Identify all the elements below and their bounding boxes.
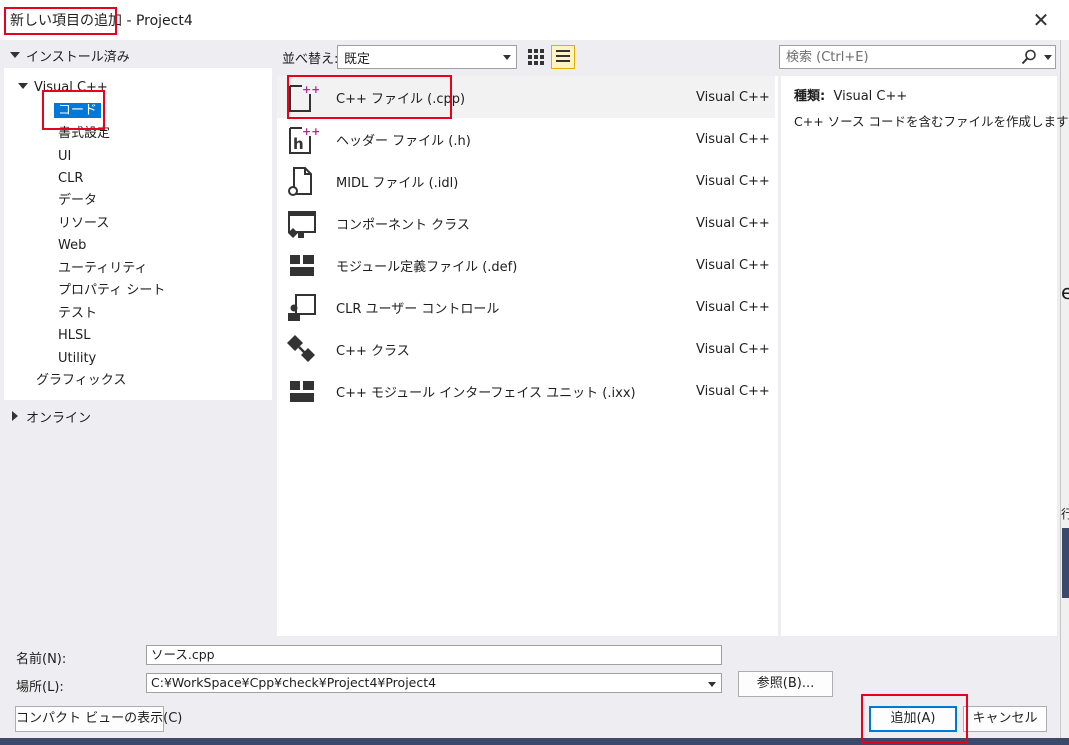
tree-node-label: コード	[54, 103, 102, 118]
medium-icons-view-icon[interactable]	[526, 47, 546, 67]
collapsed-triangle-icon[interactable]	[12, 411, 18, 421]
window-title: 新しい項目の追加 - Project4	[10, 13, 193, 29]
template-item-header-file[interactable]: h ++ ヘッダー ファイル (.h) Visual C++	[277, 118, 775, 160]
template-item-module-def[interactable]: モジュール定義ファイル (.def) Visual C++	[277, 244, 775, 286]
category-tree: Visual C++ コード 書式設定 UI CLR データ リソース Web …	[4, 68, 272, 400]
template-name: コンポーネント クラス	[336, 217, 470, 233]
background-text: e	[1061, 280, 1069, 304]
background-taskbar	[0, 738, 1069, 745]
template-type: Visual C++	[696, 341, 770, 357]
detail-type-value: Visual C++	[833, 89, 908, 104]
expand-triangle-icon[interactable]	[18, 83, 28, 89]
chevron-down-icon	[503, 55, 511, 60]
chevron-down-icon	[708, 682, 716, 687]
sort-dropdown[interactable]: 既定	[337, 45, 517, 69]
cancel-button[interactable]: キャンセル	[963, 706, 1047, 732]
name-field[interactable]: ソース.cpp	[146, 645, 722, 665]
background-text: 行	[1061, 507, 1069, 521]
template-item-component-class[interactable]: コンポーネント クラス Visual C++	[277, 202, 775, 244]
location-value: C:¥WorkSpace¥Cpp¥check¥Project4¥Project4	[151, 675, 437, 690]
tree-node-clr[interactable]: CLR	[58, 168, 83, 190]
browse-button[interactable]: 参照(B)...	[738, 671, 833, 697]
template-name: モジュール定義ファイル (.def)	[336, 259, 518, 275]
detail-type-label: 種類:	[794, 89, 826, 104]
tree-node-utility-jp[interactable]: ユーティリティ	[58, 258, 147, 280]
tree-node-test[interactable]: テスト	[58, 303, 97, 325]
template-type: Visual C++	[696, 173, 770, 189]
tree-node-utility[interactable]: Utility	[58, 348, 96, 370]
location-label: 場所(L):	[16, 680, 64, 695]
tree-node-visual-cpp[interactable]: Visual C++	[18, 77, 108, 99]
installed-label: インストール済み	[26, 49, 130, 65]
add-button[interactable]: 追加(A)	[869, 706, 957, 732]
template-item-clr-user-control[interactable]: CLR ユーザー コントロール Visual C++	[277, 286, 775, 328]
tree-node-graphics[interactable]: グラフィックス	[36, 370, 126, 392]
template-type: Visual C++	[696, 383, 770, 399]
clr-user-control-icon	[288, 294, 316, 321]
chevron-down-icon[interactable]	[1044, 55, 1052, 60]
template-item-cpp-class[interactable]: C++ クラス Visual C++	[277, 328, 775, 370]
name-label: 名前(N):	[16, 652, 67, 667]
template-name: CLR ユーザー コントロール	[336, 301, 500, 317]
svg-text:++: ++	[302, 125, 319, 138]
template-type: Visual C++	[696, 215, 770, 231]
template-type: Visual C++	[696, 131, 770, 147]
template-name: MIDL ファイル (.idl)	[336, 175, 459, 191]
template-type: Visual C++	[696, 299, 770, 315]
svg-text:++: ++	[302, 83, 319, 96]
template-name: C++ モジュール インターフェイス ユニット (.ixx)	[336, 385, 636, 401]
template-name: C++ ファイル (.cpp)	[336, 91, 466, 107]
list-view-icon[interactable]	[551, 45, 575, 69]
close-icon[interactable]: ✕	[1026, 6, 1056, 34]
location-dropdown[interactable]: C:¥WorkSpace¥Cpp¥check¥Project4¥Project4	[146, 673, 722, 693]
tree-node-data[interactable]: データ	[58, 190, 97, 212]
header-file-icon: h ++	[289, 125, 319, 154]
template-item-module-interface[interactable]: C++ モジュール インターフェイス ユニット (.ixx) Visual C+…	[277, 370, 775, 412]
tree-node-resource[interactable]: リソース	[58, 213, 109, 235]
template-list: ++ C++ ファイル (.cpp) Visual C++ h ++ ヘッダー …	[277, 76, 778, 636]
module-def-icon	[290, 255, 314, 276]
online-label: オンライン	[26, 410, 92, 426]
sort-label: 並べ替え:	[282, 52, 339, 67]
expand-triangle-icon[interactable]	[10, 52, 20, 58]
search-icon[interactable]	[1021, 49, 1037, 65]
details-panel: 種類: Visual C++ C++ ソース コードを含むファイルを作成します	[781, 76, 1069, 636]
template-item-cpp-file[interactable]: ++ C++ ファイル (.cpp) Visual C++	[277, 76, 775, 118]
tree-node-hlsl[interactable]: HLSL	[58, 325, 91, 347]
online-category-header[interactable]: オンライン	[4, 404, 91, 428]
template-item-midl-file[interactable]: MIDL ファイル (.idl) Visual C++	[277, 160, 775, 202]
detail-description: C++ ソース コードを含むファイルを作成します	[794, 114, 1069, 129]
installed-category-header[interactable]: インストール済み	[4, 42, 272, 68]
background-bar	[1062, 528, 1069, 598]
tree-node-property-sheet[interactable]: プロパティ シート	[58, 280, 165, 302]
template-type: Visual C++	[696, 89, 770, 105]
cpp-class-icon	[287, 335, 315, 362]
midl-file-icon	[288, 167, 312, 196]
tree-node-formatting[interactable]: 書式設定	[58, 123, 110, 145]
template-type: Visual C++	[696, 257, 770, 273]
tree-node-code[interactable]: コード	[54, 100, 102, 122]
component-class-icon	[288, 211, 316, 238]
compact-view-button[interactable]: コンパクト ビューの表示(C)	[15, 706, 182, 732]
tree-node-web[interactable]: Web	[58, 235, 86, 257]
template-name: C++ クラス	[336, 343, 410, 359]
tree-node-label: Visual C++	[34, 80, 108, 95]
module-interface-icon	[290, 381, 314, 402]
template-name: ヘッダー ファイル (.h)	[336, 133, 471, 149]
search-input[interactable]	[780, 46, 1020, 68]
detail-type: 種類: Visual C++	[794, 85, 907, 104]
background-window-edge: e 行	[1060, 40, 1069, 745]
tree-node-ui[interactable]: UI	[58, 146, 71, 168]
cpp-file-icon: ++	[289, 83, 319, 112]
sort-value: 既定	[344, 52, 371, 67]
search-box[interactable]	[779, 45, 1056, 69]
